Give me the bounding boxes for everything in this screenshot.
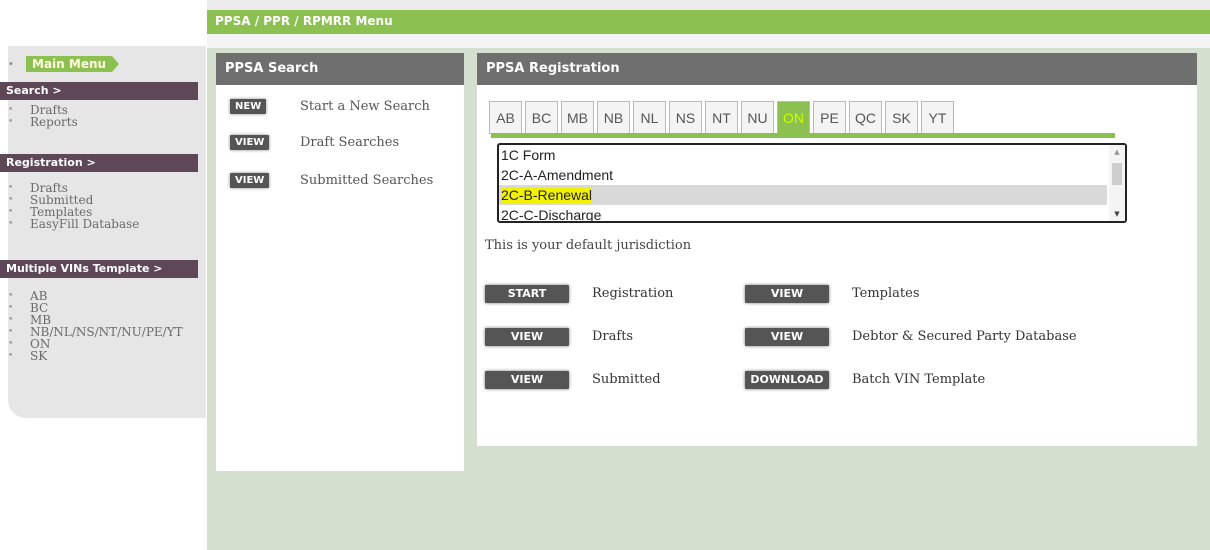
bullet-icon: • xyxy=(8,315,14,325)
view-templates-button[interactable]: VIEW xyxy=(745,285,829,303)
scroll-up-icon[interactable]: ▲ xyxy=(1109,145,1125,159)
page-title: PPSA / PPR / RPMRR Menu xyxy=(215,14,393,28)
bullet-icon: • xyxy=(8,291,14,301)
tab-ns[interactable]: NS xyxy=(669,101,702,134)
search-panel-title: PPSA Search xyxy=(216,53,464,85)
ppsa-search-panel: PPSA Search NEW Start a New Search VIEW … xyxy=(216,53,464,471)
bullet-icon: • xyxy=(8,219,14,229)
sidebar-search-list: • Drafts • Reports xyxy=(8,104,78,128)
bullet-icon: • xyxy=(8,207,14,217)
listbox-scrollbar[interactable]: ▲ ▼ xyxy=(1109,145,1125,221)
search-row-drafts: VIEW Draft Searches xyxy=(230,135,399,150)
form-option-2c-a[interactable]: 2C-A-Amendment xyxy=(499,165,1107,185)
submitted-label: Submitted xyxy=(592,372,661,387)
tab-bc[interactable]: BC xyxy=(525,101,558,134)
submitted-searches-label: Submitted Searches xyxy=(300,173,434,188)
tab-nl[interactable]: NL xyxy=(633,101,666,134)
bullet-icon: • xyxy=(8,105,14,115)
form-option-1c[interactable]: 1C Form xyxy=(499,145,1107,165)
action-view-submitted: VIEW Submitted xyxy=(485,371,661,389)
sidebar-item-vin-sk[interactable]: • SK xyxy=(8,350,183,362)
sidebar-header-search[interactable]: Search > xyxy=(0,82,198,100)
view-submitted-searches-button[interactable]: VIEW xyxy=(230,173,270,188)
action-start-registration: START Registration xyxy=(485,285,673,303)
tab-yt[interactable]: YT xyxy=(921,101,954,134)
start-registration-button[interactable]: START xyxy=(485,285,569,303)
form-option-2c-b[interactable]: 2C-B-Renewal xyxy=(499,185,1107,205)
sidebar-main-menu[interactable]: • Main Menu xyxy=(8,56,120,72)
sidebar-item-search-reports[interactable]: • Reports xyxy=(8,116,78,128)
download-batch-button[interactable]: DOWNLOAD xyxy=(745,371,829,389)
tab-qc[interactable]: QC xyxy=(849,101,882,134)
top-strip xyxy=(207,0,1210,10)
ppsa-registration-panel: PPSA Registration AB BC MB NB NL NS NT N… xyxy=(477,53,1197,446)
view-draft-searches-button[interactable]: VIEW xyxy=(230,135,270,150)
view-drafts-button[interactable]: VIEW xyxy=(485,328,569,346)
form-listbox[interactable]: 1C Form 2C-A-Amendment 2C-B-Renewal 2C-C… xyxy=(497,143,1127,223)
sidebar-header-multiple-vins[interactable]: Multiple VINs Template > xyxy=(0,260,198,278)
bullet-icon: • xyxy=(8,183,14,193)
tab-nb[interactable]: NB xyxy=(597,101,630,134)
search-row-submitted: VIEW Submitted Searches xyxy=(230,173,433,188)
action-view-templates: VIEW Templates xyxy=(745,285,920,303)
scroll-thumb[interactable] xyxy=(1112,163,1122,185)
bullet-icon: • xyxy=(8,58,14,70)
search-row-new: NEW Start a New Search xyxy=(230,99,430,114)
tab-nu[interactable]: NU xyxy=(741,101,774,134)
sidebar-vins-list: • AB • BC • MB • NB/NL/NS/NT/NU/PE/YT • ON • S… xyxy=(8,290,183,362)
registration-label: Registration xyxy=(592,286,674,301)
new-search-label: Start a New Search xyxy=(300,99,430,114)
sidebar-item-reg-easyfill[interactable]: • EasyFill Database xyxy=(8,218,139,230)
tab-sk[interactable]: SK xyxy=(885,101,918,134)
bullet-icon: • xyxy=(8,351,14,361)
bullet-icon: • xyxy=(8,327,14,337)
tab-on[interactable]: ON xyxy=(777,101,810,134)
sidebar-registration-list: • Drafts • Submitted • Templates • EasyFill … xyxy=(8,182,139,230)
tab-nt[interactable]: NT xyxy=(705,101,738,134)
templates-label: Templates xyxy=(852,286,920,301)
bullet-icon: • xyxy=(8,303,14,313)
tab-ab[interactable]: AB xyxy=(489,101,522,134)
jurisdiction-tabs: AB BC MB NB NL NS NT NU ON PE QC SK YT xyxy=(489,101,957,134)
bullet-icon: • xyxy=(8,117,14,127)
default-jurisdiction-note: This is your default jurisdiction xyxy=(485,238,692,253)
view-database-button[interactable]: VIEW xyxy=(745,328,829,346)
form-option-2c-b-label: 2C-B-Renewal xyxy=(501,187,593,203)
action-download-batch: DOWNLOAD Batch VIN Template xyxy=(745,371,985,389)
tab-mb[interactable]: MB xyxy=(561,101,594,134)
batch-vin-label: Batch VIN Template xyxy=(852,372,986,387)
draft-searches-label: Draft Searches xyxy=(300,135,400,150)
view-submitted-button[interactable]: VIEW xyxy=(485,371,569,389)
bullet-icon: • xyxy=(8,195,14,205)
action-view-database: VIEW Debtor & Secured Party Database xyxy=(745,328,1077,346)
tab-pe[interactable]: PE xyxy=(813,101,846,134)
action-view-drafts: VIEW Drafts xyxy=(485,328,633,346)
page-title-bar: PPSA / PPR / RPMRR Menu xyxy=(207,10,1210,34)
drafts-label: Drafts xyxy=(592,329,634,344)
registration-panel-title: PPSA Registration xyxy=(477,53,1197,85)
scroll-down-icon[interactable]: ▼ xyxy=(1109,207,1125,221)
main-menu-link[interactable]: Main Menu xyxy=(26,56,120,72)
form-option-2c-c[interactable]: 2C-C-Discharge xyxy=(499,205,1107,221)
sidebar-header-registration[interactable]: Registration > xyxy=(0,154,198,172)
tab-underline xyxy=(491,133,1115,138)
database-label: Debtor & Secured Party Database xyxy=(852,329,1077,344)
bullet-icon: • xyxy=(8,339,14,349)
new-search-button[interactable]: NEW xyxy=(230,99,267,114)
